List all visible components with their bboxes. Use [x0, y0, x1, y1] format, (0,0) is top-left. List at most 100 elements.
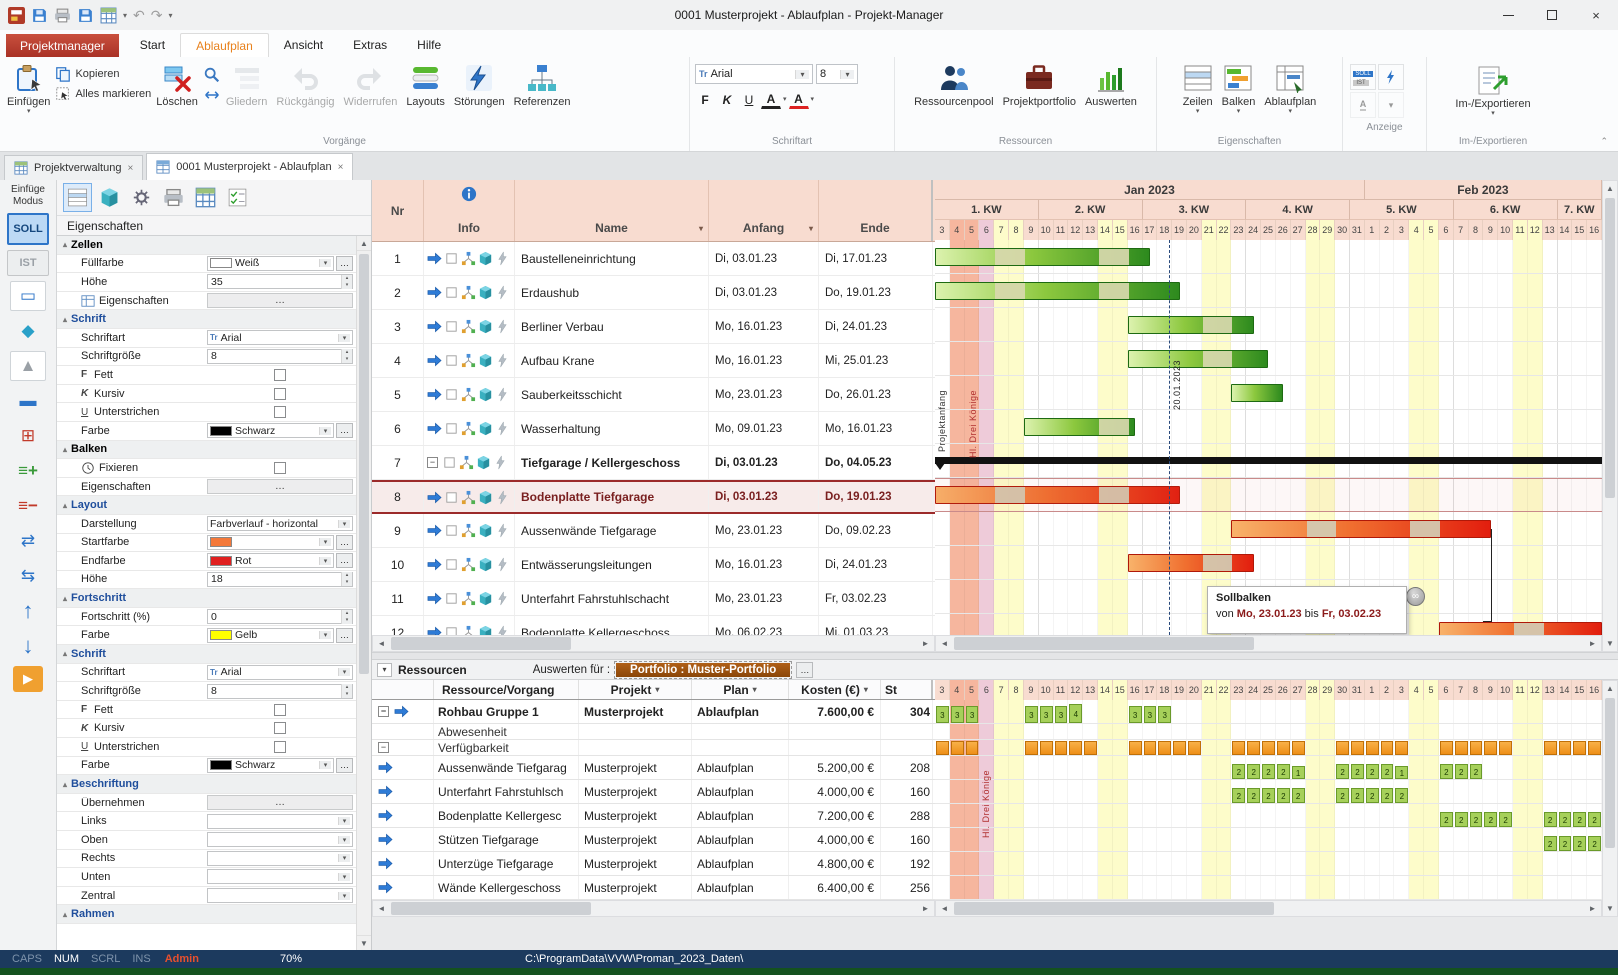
property-section-schrift[interactable]: ▴Schrift	[57, 645, 356, 664]
resources-hscrollbar[interactable]: ◄ ►	[372, 900, 935, 917]
property-combo[interactable]: ▾	[207, 535, 334, 550]
scroll-thumb[interactable]	[954, 637, 1254, 650]
task-row[interactable]: 7−Tiefgarage / KellergeschossDi, 03.01.2…	[372, 446, 935, 480]
resource-name[interactable]: Unterzüge Tiefgarage	[434, 852, 579, 875]
resource-row[interactable]: −Verfügbarkeit	[372, 740, 935, 756]
task-name[interactable]: Bodenplatte Tiefgarage	[515, 482, 709, 512]
task-arrow-icon[interactable]	[427, 353, 442, 368]
resource-arrow-icon[interactable]	[394, 704, 409, 719]
property-checkbox[interactable]	[207, 704, 353, 716]
property-combo[interactable]: ▾	[207, 814, 353, 829]
column-header-stunden[interactable]: St	[881, 680, 933, 699]
task-check-icon[interactable]	[444, 557, 459, 572]
column-header-projekt[interactable]: Projekt▾	[579, 680, 692, 699]
property-spinner[interactable]: 8▴▾	[207, 349, 353, 364]
auswerten-button[interactable]: Auswerten	[1081, 60, 1141, 111]
grid-icon[interactable]	[100, 7, 117, 24]
scroll-thumb[interactable]	[954, 902, 1274, 915]
cube-icon[interactable]	[95, 183, 124, 212]
property-combo[interactable]: ▾	[207, 888, 353, 903]
scroll-right-icon[interactable]: ►	[1584, 901, 1601, 916]
property-browse-button[interactable]: …	[336, 256, 353, 271]
task-arrow-icon[interactable]	[427, 421, 442, 436]
task-arrow-icon[interactable]	[427, 251, 442, 266]
resource-row[interactable]: Aussenwände TiefgaragMusterprojektAblauf…	[372, 756, 935, 780]
ressourcenpool-button[interactable]: Ressourcenpool	[910, 60, 998, 111]
app-menu-button[interactable]: Projektmanager	[6, 34, 119, 57]
resource-row[interactable]: Stützen TiefgarageMusterprojektAblaufpla…	[372, 828, 935, 852]
bar-tool-icon[interactable]: ▬	[10, 386, 46, 416]
task-arrow-icon[interactable]	[427, 387, 442, 402]
resource-arrow-icon[interactable]	[378, 760, 393, 775]
task-table-hscrollbar[interactable]: ◄ ►	[372, 635, 935, 652]
task-row[interactable]: 4Aufbau KraneMo, 16.01.23Mi, 25.01.23	[372, 344, 935, 378]
property-checkbox[interactable]	[207, 722, 353, 734]
property-ellipsis-button[interactable]: …	[207, 795, 353, 810]
task-cube-icon[interactable]	[478, 523, 493, 538]
column-header-ende[interactable]: Ende	[819, 180, 933, 241]
qat-dropdown-icon[interactable]: ▾	[123, 11, 127, 20]
diamond-milestone-icon[interactable]: ◆	[10, 316, 46, 346]
task-row[interactable]: 8Bodenplatte TiefgarageDi, 03.01.23Do, 1…	[372, 480, 935, 514]
tab-hilfe[interactable]: Hilfe	[402, 33, 456, 57]
bold-button[interactable]: F	[695, 90, 715, 110]
ist-mode-button[interactable]: IST	[7, 250, 49, 276]
portfolio-browse-button[interactable]: …	[796, 662, 813, 678]
property-combo[interactable]: TrArial▾	[207, 665, 353, 680]
column-header-ressource[interactable]: Ressource/Vorgang	[434, 680, 579, 699]
property-browse-button[interactable]: …	[336, 423, 353, 438]
underline-button[interactable]: U	[739, 90, 759, 110]
property-combo[interactable]: Gelb▾	[207, 628, 334, 643]
property-combo[interactable]: Schwarz▾	[207, 758, 334, 773]
zoom-level[interactable]: 70%	[280, 953, 302, 965]
scroll-right-icon[interactable]: ►	[1584, 636, 1601, 651]
task-network-icon[interactable]	[461, 285, 476, 300]
swap-right-icon[interactable]: ⇄	[10, 526, 46, 556]
widerrufen-button[interactable]: Widerrufen	[340, 60, 402, 111]
resource-name[interactable]: Verfügbarkeit	[434, 740, 579, 755]
task-name[interactable]: Berliner Verbau	[515, 310, 709, 343]
task-name[interactable]: Baustelleneinrichtung	[515, 242, 709, 275]
minimize-button[interactable]	[1486, 0, 1530, 30]
property-checkbox[interactable]	[207, 462, 353, 474]
property-combo[interactable]: Farbverlauf - horizontal▾	[207, 516, 353, 531]
task-disruption-icon[interactable]	[495, 319, 510, 334]
property-section-balken[interactable]: ▴Balken	[57, 441, 356, 460]
task-name[interactable]: Sauberkeitsschicht	[515, 378, 709, 411]
column-header-info[interactable]: Info	[424, 180, 515, 241]
task-cube-icon[interactable]	[478, 421, 493, 436]
italic-button[interactable]: K	[717, 90, 737, 110]
task-name[interactable]: Aussenwände Tiefgarage	[515, 514, 709, 547]
close-tab-icon[interactable]: ×	[127, 163, 133, 174]
task-check-icon[interactable]	[444, 353, 459, 368]
task-cube-icon[interactable]	[478, 625, 493, 635]
scroll-right-icon[interactable]: ►	[917, 636, 934, 651]
task-arrow-icon[interactable]	[427, 625, 442, 635]
task-disruption-icon[interactable]	[495, 557, 510, 572]
property-combo[interactable]: ▾	[207, 869, 353, 884]
task-name[interactable]: Wasserhaltung	[515, 412, 709, 445]
task-check-icon[interactable]	[444, 421, 459, 436]
resource-row[interactable]: Unterfahrt FahrstuhlschMusterprojektAbla…	[372, 780, 935, 804]
property-spinner[interactable]: 8▴▾	[207, 684, 353, 699]
task-check-icon[interactable]	[444, 285, 459, 300]
resource-arrow-icon[interactable]	[378, 808, 393, 823]
gantt-vscrollbar[interactable]: ▲ ▼	[1602, 180, 1618, 652]
property-browse-button[interactable]: …	[336, 758, 353, 773]
scroll-thumb[interactable]	[391, 902, 591, 915]
property-combo[interactable]: Schwarz▾	[207, 423, 334, 438]
task-disruption-icon[interactable]	[495, 353, 510, 368]
gantt-hscrollbar[interactable]: ◄ ►	[935, 635, 1602, 652]
checklist-icon[interactable]	[223, 183, 252, 212]
scroll-left-icon[interactable]: ◄	[936, 901, 953, 916]
font-color-dropdown-icon[interactable]: ▾	[811, 96, 815, 104]
resources-vscrollbar[interactable]: ▲ ▼	[1602, 680, 1618, 917]
task-network-icon[interactable]	[461, 591, 476, 606]
swap-left-icon[interactable]: ⇆	[10, 561, 46, 591]
task-row[interactable]: 9Aussenwände TiefgarageMo, 23.01.23Do, 0…	[372, 514, 935, 548]
task-network-icon[interactable]	[461, 387, 476, 402]
task-check-icon[interactable]	[442, 455, 457, 470]
maximize-button[interactable]	[1530, 0, 1574, 30]
gliedern-button[interactable]: Gliedern	[222, 60, 272, 111]
task-disruption-icon[interactable]	[495, 523, 510, 538]
